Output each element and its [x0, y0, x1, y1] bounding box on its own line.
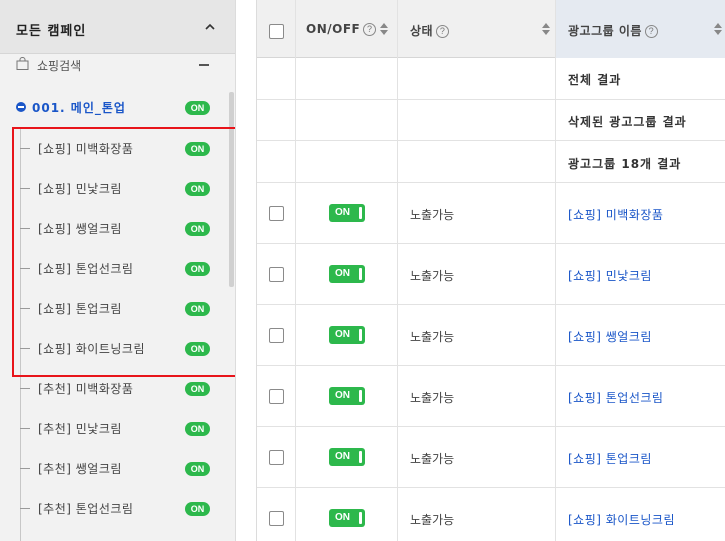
sidebar-adgroup-list: [쇼핑] 미백화장품 ON [쇼핑] 민낯크림 ON [쇼핑] 쌩얼크림 ON [쇼핑…: [0, 129, 235, 529]
status-header[interactable]: 상태?: [410, 22, 450, 39]
sort-icon[interactable]: [542, 23, 550, 35]
row-status: 노출가능: [410, 452, 455, 466]
sidebar-item[interactable]: [쇼핑] 화이트닝크림 ON: [0, 329, 235, 369]
sidebar-item-label: [쇼핑] 톤업선크림: [38, 262, 134, 276]
on-badge: ON: [185, 422, 210, 436]
help-icon[interactable]: ?: [363, 23, 377, 36]
on-badge: ON: [185, 222, 210, 236]
sidebar-scrollbar[interactable]: [229, 92, 234, 287]
sidebar-item[interactable]: [추천] 미백화장품 ON: [0, 369, 235, 409]
sidebar-item-label: [추천] 미백화장품: [38, 382, 134, 396]
sidebar-header[interactable]: 모든 캠페인: [0, 0, 235, 54]
on-badge: ON: [185, 262, 210, 276]
onoff-toggle[interactable]: ON: [329, 265, 365, 283]
row-checkbox[interactable]: [269, 206, 284, 221]
on-badge: ON: [185, 502, 210, 516]
onoff-toggle[interactable]: ON: [329, 326, 365, 344]
select-all-checkbox[interactable]: [269, 24, 284, 39]
collapse-minus-icon[interactable]: [199, 64, 209, 66]
table-row[interactable]: [257, 305, 725, 366]
row-status: 노출가능: [410, 208, 455, 222]
sidebar-item[interactable]: [쇼핑] 민낯크림 ON: [0, 169, 235, 209]
sort-icon[interactable]: [380, 23, 388, 35]
sidebar-item[interactable]: [쇼핑] 톤업선크림 ON: [0, 249, 235, 289]
adgroup-name-link[interactable]: [쇼핑] 민낯크림: [568, 267, 652, 284]
sidebar-shopping-group[interactable]: 쇼핑검색: [0, 54, 235, 92]
campaign-collapse-icon[interactable]: [16, 102, 26, 112]
row-status: 노출가능: [410, 269, 455, 283]
on-badge: ON: [185, 182, 210, 196]
sidebar-item-label: [쇼핑] 쌩얼크림: [38, 222, 122, 236]
sidebar-item-label: [쇼핑] 화이트닝크림: [38, 342, 145, 356]
chevron-up-icon[interactable]: [205, 22, 215, 32]
adgroup-name-link[interactable]: [쇼핑] 화이트닝크림: [568, 511, 675, 528]
table-row[interactable]: [257, 427, 725, 488]
adgroup-table: ON/OFF? 상태? 광고그룹 이름? 전체 결과 삭제된 광고그룹 결과 광…: [256, 0, 725, 541]
help-icon[interactable]: ?: [436, 25, 450, 38]
adgroup-name-link[interactable]: [쇼핑] 미백화장품: [568, 206, 663, 223]
summary-row: [257, 58, 725, 100]
on-badge: ON: [185, 462, 210, 476]
sidebar-item[interactable]: [추천] 민낯크림 ON: [0, 409, 235, 449]
row-checkbox[interactable]: [269, 328, 284, 343]
table-row[interactable]: [257, 244, 725, 305]
shopping-bag-icon: [16, 57, 29, 70]
sidebar-shopping-label: 쇼핑검색: [37, 59, 82, 73]
sidebar-item[interactable]: [추천] 톤업선크림 ON: [0, 489, 235, 529]
sidebar-item-label: [추천] 톤업선크림: [38, 502, 134, 516]
row-status: 노출가능: [410, 391, 455, 405]
row-checkbox[interactable]: [269, 267, 284, 282]
sidebar-item[interactable]: [쇼핑] 미백화장품 ON: [0, 129, 235, 169]
on-badge: ON: [185, 382, 210, 396]
campaign-sidebar: 모든 캠페인 쇼핑검색 001. 메인_톤업 ON [쇼핑] 미백화장품 ON […: [0, 0, 236, 541]
onoff-toggle[interactable]: ON: [329, 509, 365, 527]
adgroup-name-link[interactable]: [쇼핑] 톤업크림: [568, 450, 652, 467]
row-status: 노출가능: [410, 330, 455, 344]
onoff-toggle[interactable]: ON: [329, 204, 365, 222]
summary-deleted: 삭제된 광고그룹 결과: [568, 115, 687, 129]
sidebar-item[interactable]: [쇼핑] 쌩얼크림 ON: [0, 209, 235, 249]
row-checkbox[interactable]: [269, 389, 284, 404]
onoff-toggle[interactable]: ON: [329, 448, 365, 466]
sidebar-title: 모든 캠페인: [16, 24, 87, 39]
summary-total: 전체 결과: [568, 73, 622, 87]
summary-count: 광고그룹 18개 결과: [568, 157, 682, 171]
sidebar-item-label: [추천] 민낯크림: [38, 422, 122, 436]
campaign-label: 001. 메인_톤업: [32, 101, 126, 115]
help-icon[interactable]: ?: [644, 25, 658, 38]
onoff-header[interactable]: ON/OFF?: [306, 22, 377, 36]
row-checkbox[interactable]: [269, 511, 284, 526]
sidebar-item-label: [쇼핑] 미백화장품: [38, 142, 134, 156]
adgroup-name-link[interactable]: [쇼핑] 톤업선크림: [568, 389, 663, 406]
name-header[interactable]: 광고그룹 이름?: [568, 22, 658, 39]
sort-icon[interactable]: [714, 23, 722, 35]
sidebar-item-label: [쇼핑] 민낯크림: [38, 182, 122, 196]
on-badge: ON: [185, 142, 210, 156]
adgroup-name-link[interactable]: [쇼핑] 쌩얼크림: [568, 328, 652, 345]
campaign-on-badge: ON: [185, 101, 210, 115]
row-status: 노출가능: [410, 513, 455, 527]
onoff-toggle[interactable]: ON: [329, 387, 365, 405]
on-badge: ON: [185, 342, 210, 356]
sidebar-item-label: [쇼핑] 톤업크림: [38, 302, 122, 316]
row-checkbox[interactable]: [269, 450, 284, 465]
sidebar-item[interactable]: [추천] 쌩얼크림 ON: [0, 449, 235, 489]
on-badge: ON: [185, 302, 210, 316]
sidebar-item[interactable]: [쇼핑] 톤업크림 ON: [0, 289, 235, 329]
sidebar-item-label: [추천] 쌩얼크림: [38, 462, 122, 476]
